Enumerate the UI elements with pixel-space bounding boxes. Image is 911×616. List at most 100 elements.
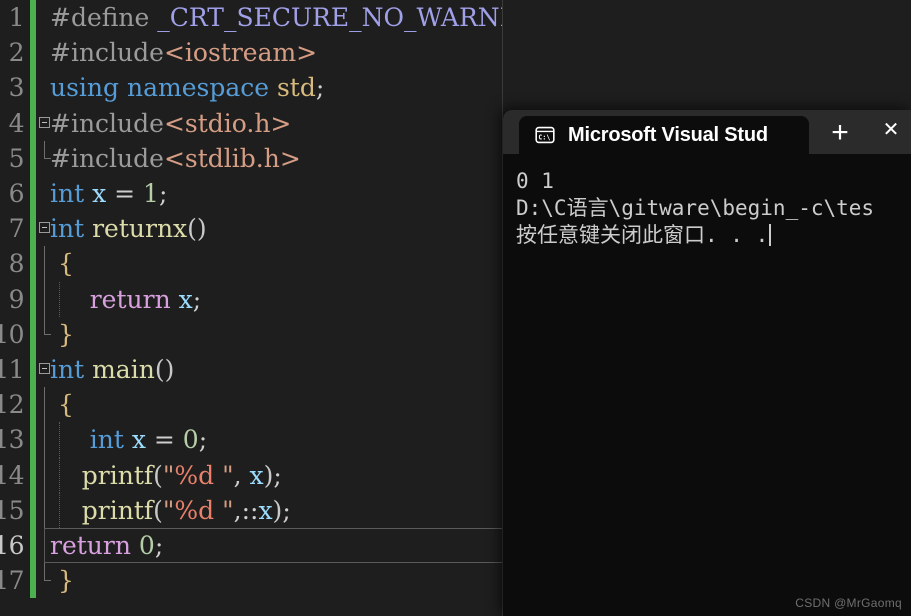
code-line[interactable]: 15 printf("%d ",::x); [0,492,503,528]
line-number: 14 [0,460,25,490]
code-token: () [154,355,175,384]
code-line[interactable]: 4 #include<stdio.h> [0,105,503,141]
code-token: std [276,73,316,103]
change-indicator-bar [30,316,36,352]
code-line[interactable]: 9 return x; [0,281,503,317]
code-editor-pane[interactable]: 1 #define _CRT_SECURE_NO_WARNINGS 2 #includ… [0,0,503,616]
line-number: 1 [8,3,25,32]
code-token: 1 [143,179,159,208]
code-line[interactable]: 6 int x = 1; [0,176,503,212]
code-text: } [50,563,74,598]
code-token: x [178,284,193,314]
code-token: } [50,566,74,596]
code-token: 0 [182,425,199,455]
change-indicator-bar [30,281,36,317]
code-token: #define [50,3,158,32]
console-cmd-icon: C:\ [535,126,555,144]
code-fold-toggle-icon[interactable] [39,363,50,374]
code-text: #include<stdlib.h> [50,141,301,176]
code-line[interactable]: 13 int x = 0; [0,422,503,458]
screenshot-root: 1 #define _CRT_SECURE_NO_WARNINGS 2 #includ… [0,0,911,616]
console-output-line: D:\C语言\gitware\begin_-c\tes [516,196,875,220]
code-text: { [50,246,74,281]
code-token: x [92,179,115,208]
console-tab-title: Microsoft Visual Stud [568,123,768,146]
code-token: ( [153,460,163,490]
code-fold-connector [44,140,51,159]
code-line[interactable]: 3 using namespace std; [0,70,503,106]
code-line[interactable]: 11 int main() [0,352,503,388]
code-token: " [162,460,175,490]
code-token: %d [174,495,215,525]
change-indicator-bar [30,211,36,247]
line-number: 6 [8,179,25,208]
code-token: ; [154,531,164,560]
code-fold-toggle-icon[interactable] [39,116,50,128]
code-line[interactable]: 10 } [0,316,503,352]
code-token: () [187,214,207,244]
change-indicator-bar [30,35,36,71]
code-token: #include [50,108,164,138]
code-token: ( [153,495,163,525]
code-token: = [114,179,144,208]
change-indicator-bar [30,352,36,388]
code-fold-connector [44,387,45,423]
code-token: { [50,249,74,279]
code-line[interactable]: 16 return 0; [0,528,503,564]
code-token: <iostream> [163,38,318,68]
code-text: int x = 0; [50,422,207,457]
code-text: return x; [50,282,201,317]
change-indicator-bar [30,246,36,282]
code-text: int x = 1; [50,176,167,211]
code-token: return [89,284,179,314]
console-text-cursor [769,224,772,246]
console-new-tab-button[interactable]: + [823,116,857,150]
change-indicator-bar [30,492,36,528]
change-indicator-bar [30,0,36,36]
code-line[interactable]: 8 { [0,246,503,282]
code-token: = [153,425,183,455]
code-token: ,:: [233,495,259,525]
code-token: printf [81,460,154,490]
change-indicator-bar [30,422,36,458]
code-line[interactable]: 17 } [0,563,503,599]
line-number: 9 [8,284,25,314]
console-tab-close-icon[interactable]: ✕ [879,118,903,142]
code-text: int returnx() [50,211,207,246]
line-number: 13 [0,425,25,455]
code-fold-connector [44,281,45,317]
code-text: printf("%d ",::x); [50,493,291,528]
code-text: #define _CRT_SECURE_NO_WARNINGS [50,0,503,35]
code-line[interactable]: 2 #include<iostream> [0,35,503,71]
code-line[interactable]: 1 #define _CRT_SECURE_NO_WARNINGS [0,0,503,36]
code-text: #include<stdio.h> [50,106,291,141]
line-number: 5 [8,143,25,173]
code-text: printf("%d ", x); [50,458,282,493]
code-line[interactable]: 12 { [0,387,503,423]
code-text: using namespace std; [50,70,324,105]
code-line[interactable]: 14 printf("%d ", x); [0,457,503,493]
line-number: 15 [0,495,25,525]
code-fold-connector [44,457,45,493]
code-token: <stdlib.h> [163,143,301,173]
code-token: <stdio.h> [163,108,292,138]
console-title-bar[interactable]: C:\ Microsoft Visual Stud ✕ + [503,110,911,154]
line-number: 8 [8,249,25,279]
console-window[interactable]: C:\ Microsoft Visual Stud ✕ + 0 1 D:\C语言\… [503,110,911,616]
code-fold-toggle-icon[interactable] [39,222,50,234]
code-line[interactable]: 5 #include<stdlib.h> [0,140,503,176]
console-tab-active[interactable]: C:\ Microsoft Visual Stud [519,116,809,154]
code-line[interactable]: 7 int returnx() [0,211,503,247]
code-token: int [50,179,93,208]
code-token: " [162,495,175,525]
code-token: ; [198,425,208,455]
csdn-watermark: CSDN @MrGaomq [795,596,902,610]
code-token: returnx [92,214,188,244]
console-output-area[interactable]: 0 1 D:\C语言\gitware\begin_-c\tes 按任意键关闭此窗口.… [503,154,911,616]
code-token: ; [282,495,291,525]
code-token: using namespace [50,73,277,103]
code-token: main [92,355,155,384]
line-number: 12 [0,390,25,420]
code-token: x [131,425,154,455]
